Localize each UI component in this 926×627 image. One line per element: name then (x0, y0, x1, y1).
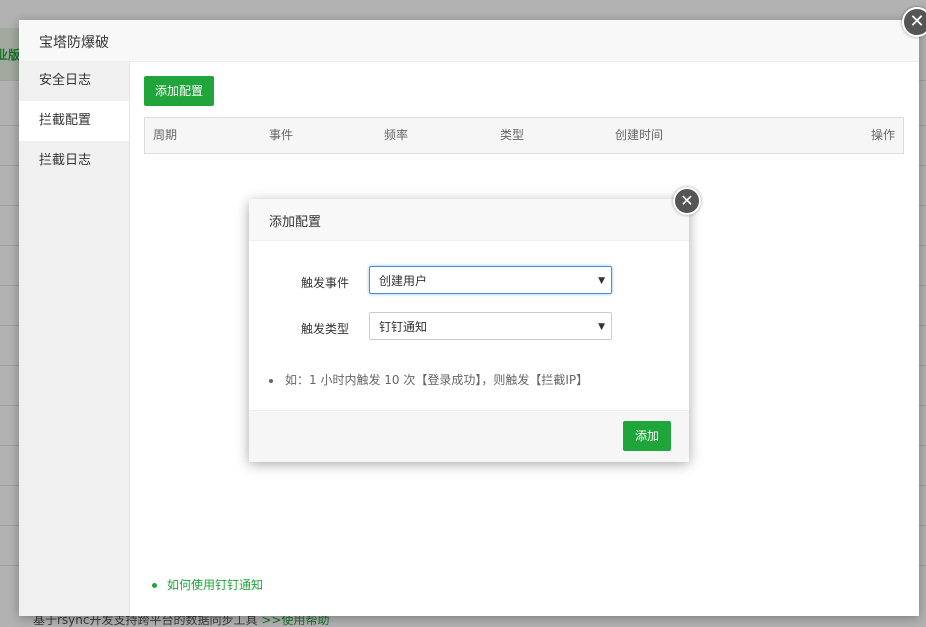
trigger-type-value: 钉钉通知 (379, 320, 428, 334)
sidebar-item-block-log[interactable]: 拦截日志 (19, 141, 129, 181)
trigger-event-label: 触发事件 (300, 276, 349, 290)
add-config-dialog: 添加配置 ✕ 触发事件 创建用户 ▼ 触发类型 钉钉通知 ▼ 如：1 小时内触发… (249, 187, 701, 462)
sidebar-item-block-config[interactable]: 拦截配置 (19, 101, 129, 141)
modal-close-button[interactable]: ✕ (902, 7, 926, 37)
bullet-icon (152, 583, 157, 588)
column-header-frequency: 频率 (384, 128, 409, 142)
hint-text: 如：1 小时内触发 10 次【登录成功】，则触发【拦截IP】 (285, 373, 589, 387)
modal-header: 宝塔防爆破 (19, 20, 919, 62)
column-header-event: 事件 (269, 128, 294, 142)
column-header-period: 周期 (153, 128, 178, 142)
trigger-type-select[interactable]: 钉钉通知 ▼ (369, 312, 612, 340)
column-header-created-time: 创建时间 (615, 128, 664, 142)
column-header-type: 类型 (500, 128, 525, 142)
add-config-button[interactable]: 添加配置 (144, 76, 214, 106)
chevron-down-icon: ▼ (598, 276, 605, 286)
screen: 业版 基于rsync开发支持跨平台的数据同步工具 >>使用帮助 宝塔防爆破 ✕ … (0, 0, 926, 627)
trigger-event-select[interactable]: 创建用户 ▼ (369, 266, 612, 294)
help-list: 如何使用钉钉通知 (152, 576, 263, 593)
trigger-event-value: 创建用户 (379, 274, 428, 288)
dialog-footer: 添加 (249, 410, 689, 462)
sidebar-item-security-log[interactable]: 安全日志 (19, 61, 129, 101)
column-header-actions: 操作 (871, 128, 896, 142)
add-button[interactable]: 添加 (623, 421, 671, 451)
hint-item: 如：1 小时内触发 10 次【登录成功】，则触发【拦截IP】 (269, 371, 588, 388)
close-icon: ✕ (680, 191, 694, 210)
trigger-type-label: 触发类型 (300, 322, 349, 336)
dialog-header: 添加配置 (249, 199, 689, 241)
dialog-title: 添加配置 (269, 215, 322, 230)
chevron-down-icon: ▼ (598, 322, 605, 332)
modal-title: 宝塔防爆破 (39, 35, 109, 51)
table-header: 周期 事件 频率 类型 创建时间 操作 (144, 117, 904, 154)
dingtalk-help-link[interactable]: 如何使用钉钉通知 (167, 578, 263, 592)
dialog-close-button[interactable]: ✕ (673, 187, 701, 215)
sidebar: 安全日志 拦截配置 拦截日志 (19, 61, 130, 616)
close-icon: ✕ (909, 11, 925, 32)
bullet-icon (269, 378, 273, 383)
